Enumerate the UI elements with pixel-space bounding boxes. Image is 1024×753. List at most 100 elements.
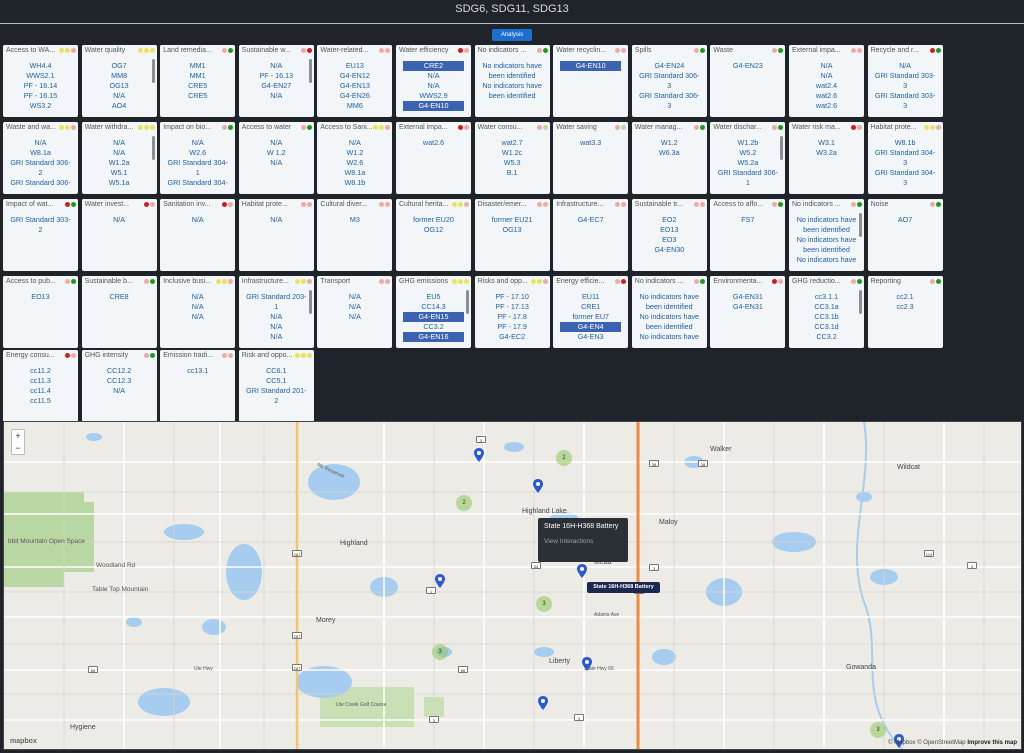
card-scrollbar[interactable]	[859, 290, 862, 314]
indicator-code[interactable]: former EU20	[398, 215, 469, 225]
indicator-code[interactable]: W1.2	[634, 138, 705, 148]
indicator-code[interactable]: W2.6	[319, 158, 390, 168]
map-view[interactable]: Walker Wildcat Highland Lake Maloy Highl…	[3, 421, 1022, 750]
card-scrollbar[interactable]	[466, 290, 469, 314]
location-pin-icon[interactable]	[533, 479, 543, 493]
indicator-code[interactable]: B.1	[477, 168, 548, 178]
indicator-code[interactable]: 1	[162, 168, 233, 178]
location-pin-icon[interactable]	[538, 696, 548, 710]
indicator-code[interactable]: N/A	[398, 71, 469, 81]
card-scrollbar[interactable]	[151, 59, 155, 83]
location-pin-icon[interactable]	[474, 448, 484, 462]
indicator-card[interactable]: Recycle and r... N/A GRI Standard 303- 3 GRI…	[867, 45, 943, 117]
attribution-text[interactable]: © Mapbox © OpenStreetMap	[888, 740, 967, 746]
card-scrollbar[interactable]	[308, 59, 312, 83]
indicator-code[interactable]: cc13.1	[162, 366, 233, 376]
zoom-out-button[interactable]: −	[12, 442, 24, 454]
location-pin-icon[interactable]	[435, 574, 445, 588]
indicator-card[interactable]: Land remedia... MM1 MM1 CRE5 CRE5	[160, 45, 236, 117]
indicator-code[interactable]: GRI Standard 304-	[162, 178, 233, 188]
indicator-card[interactable]: Water quality OG7 MM8 OG13 N/A AO4	[81, 45, 157, 117]
indicator-code[interactable]: EO3	[634, 235, 705, 245]
marker-cluster[interactable]: 3	[870, 722, 886, 738]
indicator-code[interactable]: PF - 17.8	[477, 312, 548, 322]
indicator-code[interactable]: N/A	[791, 61, 862, 71]
indicator-code[interactable]: PF - 17.9	[477, 322, 548, 332]
analysis-button[interactable]: Analysis	[492, 29, 532, 41]
indicator-code[interactable]: CC12.3	[84, 376, 155, 386]
indicator-code[interactable]: N/A	[241, 312, 312, 322]
indicator-code[interactable]: N/A	[398, 81, 469, 91]
indicator-card[interactable]: Water consu... wat2.7 W1.2c W5.3 B.1	[474, 122, 550, 194]
indicator-code[interactable]: 1	[712, 178, 783, 188]
indicator-code[interactable]: N/A	[791, 71, 862, 81]
indicator-code[interactable]: GRI Standard 306-	[5, 178, 76, 188]
location-pin-icon[interactable]	[582, 657, 592, 671]
indicator-card[interactable]: Water saving wat3.3	[553, 122, 629, 194]
indicator-code[interactable]: FS7	[712, 215, 783, 225]
indicator-code[interactable]: No indicators have	[634, 292, 705, 302]
indicator-code[interactable]: EO2	[634, 215, 705, 225]
indicator-code[interactable]: G4-EN10	[560, 61, 622, 71]
improve-map-link[interactable]: Improve this map	[967, 740, 1017, 746]
card-scrollbar[interactable]	[780, 136, 784, 160]
indicator-code[interactable]: 2	[241, 396, 312, 406]
indicator-code[interactable]: G4-EN26	[319, 91, 390, 101]
indicator-code[interactable]: 3	[870, 178, 941, 188]
indicator-code[interactable]: G4-EN13	[319, 81, 390, 91]
indicator-code[interactable]: GRI Standard 203-	[241, 292, 312, 302]
indicator-code[interactable]: N/A	[162, 302, 233, 312]
indicator-code[interactable]: G4-EN10	[403, 101, 464, 111]
indicator-code[interactable]: AO4	[84, 101, 155, 111]
indicator-code[interactable]: N/A	[5, 138, 76, 148]
indicator-code[interactable]: W3.2a	[791, 148, 862, 158]
indicator-code[interactable]: wat2.7	[477, 138, 548, 148]
indicator-code[interactable]: former EU21	[477, 215, 548, 225]
indicator-code[interactable]: W1.2c	[477, 148, 548, 158]
indicator-code[interactable]: G4-EN27	[241, 81, 312, 91]
indicator-code[interactable]: GRI Standard 303-	[5, 215, 76, 225]
indicator-code[interactable]: G4-EN24	[634, 61, 705, 71]
indicator-card[interactable]: No indicators ... No indicators have been …	[474, 45, 550, 117]
indicator-code[interactable]: G4-EN23	[712, 61, 783, 71]
indicator-code[interactable]: N/A	[162, 312, 233, 322]
indicator-card[interactable]: Habitat prote... N/A	[238, 199, 314, 271]
indicator-code[interactable]: cc11.2	[5, 366, 76, 376]
indicator-card[interactable]: External impa... N/A N/A wat2.4 wat2.6 wat2.6	[789, 45, 864, 117]
indicator-code[interactable]: cc11.3	[5, 376, 76, 386]
indicator-code[interactable]: N/A	[162, 215, 233, 225]
indicator-code[interactable]: 2	[5, 225, 76, 235]
indicator-card[interactable]: Noise AO7	[867, 199, 943, 271]
indicator-card[interactable]: Energy efficie... EU11 CRE1 former EU7 G4-EN…	[553, 276, 629, 348]
indicator-card[interactable]: Sanitation inv... N/A	[160, 199, 236, 271]
indicator-code[interactable]: been identified	[791, 245, 862, 255]
indicator-code[interactable]: cc2.1	[870, 292, 941, 302]
indicator-card[interactable]: GHG reductio... cc3.1.1 CC3.1a CC3.1b CC3.1d…	[789, 276, 864, 348]
indicator-code[interactable]: W2.6	[162, 148, 233, 158]
indicator-code[interactable]: W6.3a	[634, 148, 705, 158]
marker-cluster[interactable]: 3	[536, 596, 552, 612]
indicator-code[interactable]: cc11.5	[5, 396, 76, 406]
indicator-card[interactable]: Risks and opp... PF - 17.10 PF - 17.13 PF -…	[474, 276, 550, 348]
indicator-code[interactable]: GRI Standard 306-	[634, 91, 705, 101]
indicator-code[interactable]: W5.1a	[84, 178, 155, 188]
indicator-code[interactable]: OG13	[477, 225, 548, 235]
indicator-code[interactable]: OG12	[398, 225, 469, 235]
indicator-code[interactable]: W1.2a	[84, 158, 155, 168]
indicator-code[interactable]: been identified	[477, 91, 548, 101]
indicator-code[interactable]: N/A	[241, 215, 312, 225]
indicator-code[interactable]: G4-EN3	[555, 332, 626, 342]
indicator-code[interactable]: G4-EN12	[319, 71, 390, 81]
indicator-card[interactable]: Waste G4-EN23	[710, 45, 786, 117]
indicator-card[interactable]: Water efficiency CRE2 N/A N/A WWS2.9 G4-EN10	[396, 45, 471, 117]
indicator-card[interactable]: Water invest... N/A	[81, 199, 157, 271]
indicator-card[interactable]: Cultural herita... former EU20 OG12	[396, 199, 471, 271]
card-scrollbar[interactable]	[151, 136, 155, 160]
indicator-code[interactable]: N/A	[84, 386, 155, 396]
indicator-card[interactable]: Sustainable tr... EO2 EO13 EO3 G4-EN30	[631, 199, 707, 271]
indicator-code[interactable]: cc11.4	[5, 386, 76, 396]
indicator-code[interactable]: N/A	[319, 302, 390, 312]
indicator-code[interactable]: G4-EN15	[403, 312, 464, 322]
indicator-code[interactable]: W5.2a	[712, 158, 783, 168]
indicator-code[interactable]: EU11	[555, 292, 626, 302]
